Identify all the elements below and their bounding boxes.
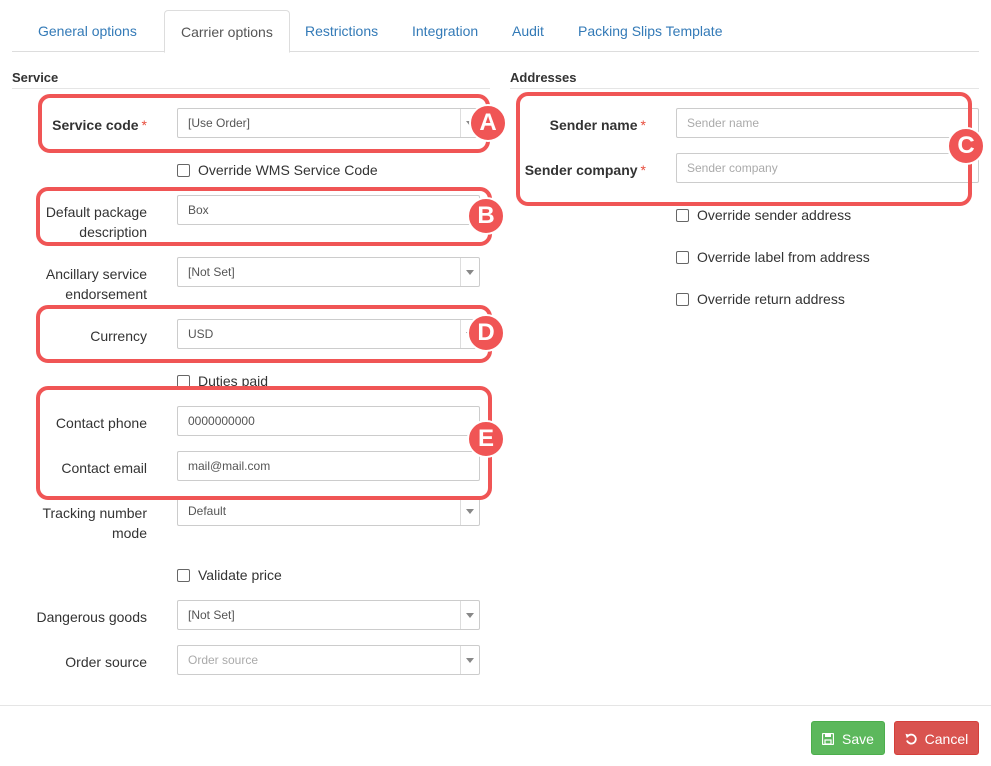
service-section-title: Service <box>12 70 59 85</box>
validate-price-checkbox[interactable]: Validate price <box>177 567 282 583</box>
annotation-box-e <box>36 386 492 500</box>
undo-icon <box>905 731 921 747</box>
ancillary-service-label: Ancillary service endorsement <box>45 266 147 302</box>
override-sender-address-checkbox[interactable]: Override sender address <box>676 207 851 223</box>
checkbox-box[interactable] <box>676 209 689 222</box>
addresses-section-divider <box>510 88 979 89</box>
addresses-section-title: Addresses <box>510 70 577 85</box>
cancel-button[interactable]: Cancel <box>894 721 979 755</box>
annotation-badge-d: D <box>467 314 505 352</box>
dangerous-goods-label: Dangerous goods <box>36 609 147 625</box>
annotation-badge-e: E <box>467 420 505 458</box>
tab-general-options[interactable]: General options <box>22 10 153 50</box>
chevron-down-icon <box>460 497 479 525</box>
checkbox-box[interactable] <box>676 251 689 264</box>
annotation-box-c <box>516 92 972 206</box>
override-wms-service-code-checkbox[interactable]: Override WMS Service Code <box>177 162 378 178</box>
tab-audit[interactable]: Audit <box>496 10 560 50</box>
tracking-number-mode-label: Tracking number mode <box>42 505 147 541</box>
footer-divider <box>0 705 991 706</box>
annotation-badge-b: B <box>467 197 505 235</box>
order-source-label: Order source <box>65 654 147 670</box>
tab-carrier-options[interactable]: Carrier options <box>164 10 290 53</box>
checkbox-box[interactable] <box>676 293 689 306</box>
tab-integration[interactable]: Integration <box>396 10 494 50</box>
tab-restrictions[interactable]: Restrictions <box>289 10 394 50</box>
annotation-box-d <box>36 305 492 363</box>
ancillary-service-select[interactable]: [Not Set] <box>177 257 480 287</box>
annotation-badge-c: C <box>947 127 985 165</box>
save-button[interactable]: Save <box>811 721 885 755</box>
override-label-from-address-checkbox[interactable]: Override label from address <box>676 249 870 265</box>
chevron-down-icon <box>460 258 479 286</box>
tab-packing-slips-template[interactable]: Packing Slips Template <box>562 10 738 50</box>
annotation-box-b <box>36 187 492 246</box>
chevron-down-icon <box>460 601 479 629</box>
floppy-disk-icon <box>821 731 838 747</box>
annotation-box-a <box>38 94 490 153</box>
annotation-badge-a: A <box>469 104 507 142</box>
checkbox-box[interactable] <box>177 164 190 177</box>
chevron-down-icon <box>460 646 479 674</box>
order-source-select[interactable]: Order source <box>177 645 480 675</box>
override-return-address-checkbox[interactable]: Override return address <box>676 291 845 307</box>
tab-bar: General options Carrier options Restrict… <box>12 10 979 53</box>
dangerous-goods-select[interactable]: [Not Set] <box>177 600 480 630</box>
checkbox-box[interactable] <box>177 569 190 582</box>
tracking-number-mode-select[interactable]: Default <box>177 496 480 526</box>
service-section-divider <box>12 88 490 89</box>
